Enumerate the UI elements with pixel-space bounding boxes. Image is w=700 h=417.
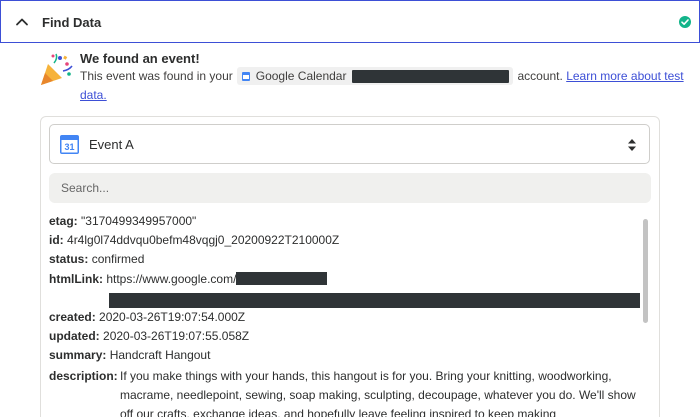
field-key: status: bbox=[49, 252, 89, 267]
field-key: etag: bbox=[49, 214, 78, 228]
learn-more-link-tail[interactable]: data. bbox=[80, 88, 107, 102]
field-key: description: bbox=[49, 369, 118, 383]
field-value: Handcraft Hangout bbox=[109, 348, 211, 363]
field-updated: updated: 2020-03-26T19:07:55.058Z bbox=[49, 327, 639, 346]
field-key: htmlLink: bbox=[49, 271, 103, 286]
find-data-header[interactable]: Find Data bbox=[0, 0, 700, 43]
search-input[interactable] bbox=[49, 173, 651, 203]
field-value: 2020-03-26T19:07:55.058Z bbox=[103, 329, 250, 344]
redacted-link-line bbox=[109, 293, 640, 308]
party-popper-icon bbox=[41, 53, 73, 85]
event-fields: etag: "3170499349957000" id: 4r4lg0l74dd… bbox=[49, 212, 639, 366]
redacted-account bbox=[352, 69, 510, 83]
found-description: This event was found in your Google Cale… bbox=[80, 67, 684, 85]
field-key: summary: bbox=[49, 348, 107, 363]
redacted-link-part bbox=[236, 271, 328, 285]
success-check-icon bbox=[679, 16, 691, 28]
field-value: https://www.google.com/ bbox=[106, 271, 237, 286]
google-calendar-icon bbox=[241, 71, 250, 81]
field-htmllink: htmlLink: https://www.google.com/ bbox=[49, 270, 639, 289]
field-status: status: confirmed bbox=[49, 250, 639, 269]
calendar-day: 31 bbox=[64, 142, 74, 152]
scrollbar-thumb[interactable] bbox=[643, 219, 648, 323]
field-value: "3170499349957000" bbox=[81, 214, 197, 228]
section-title: Find Data bbox=[42, 15, 102, 30]
found-title: We found an event! bbox=[80, 51, 200, 66]
event-selector[interactable]: 31 Event A bbox=[49, 124, 650, 164]
field-key: id: bbox=[49, 233, 64, 248]
selected-event: Event A bbox=[89, 137, 134, 152]
calendar-icon: 31 bbox=[60, 135, 79, 154]
updown-chevron-icon bbox=[628, 139, 636, 151]
field-key: created: bbox=[49, 310, 96, 325]
field-value: confirmed bbox=[91, 252, 145, 267]
learn-more-link-cont[interactable]: data. bbox=[80, 88, 107, 102]
field-value: 2020-03-26T19:07:54.000Z bbox=[99, 310, 246, 325]
chevron-up-icon[interactable] bbox=[15, 15, 29, 29]
field-id: id: 4r4lg0l74ddvqu0befm48vqgj0_20200922T… bbox=[49, 231, 639, 250]
field-created: created: 2020-03-26T19:07:54.000Z bbox=[49, 308, 639, 327]
found-prefix: This event was found in your bbox=[80, 69, 233, 83]
field-summary: summary: Handcraft Hangout bbox=[49, 346, 639, 365]
field-value: 4r4lg0l74ddvqu0befm48vqgj0_20200922T2100… bbox=[67, 233, 340, 248]
account-chip: Google Calendar bbox=[236, 67, 514, 85]
field-value: If you make things with your hands, this… bbox=[120, 369, 636, 417]
found-suffix: account. bbox=[517, 69, 563, 83]
field-etag: etag: "3170499349957000" bbox=[49, 212, 639, 231]
learn-more-link[interactable]: Learn more about test bbox=[566, 69, 683, 83]
app-name: Google Calendar bbox=[255, 69, 347, 83]
field-key: updated: bbox=[49, 329, 100, 344]
